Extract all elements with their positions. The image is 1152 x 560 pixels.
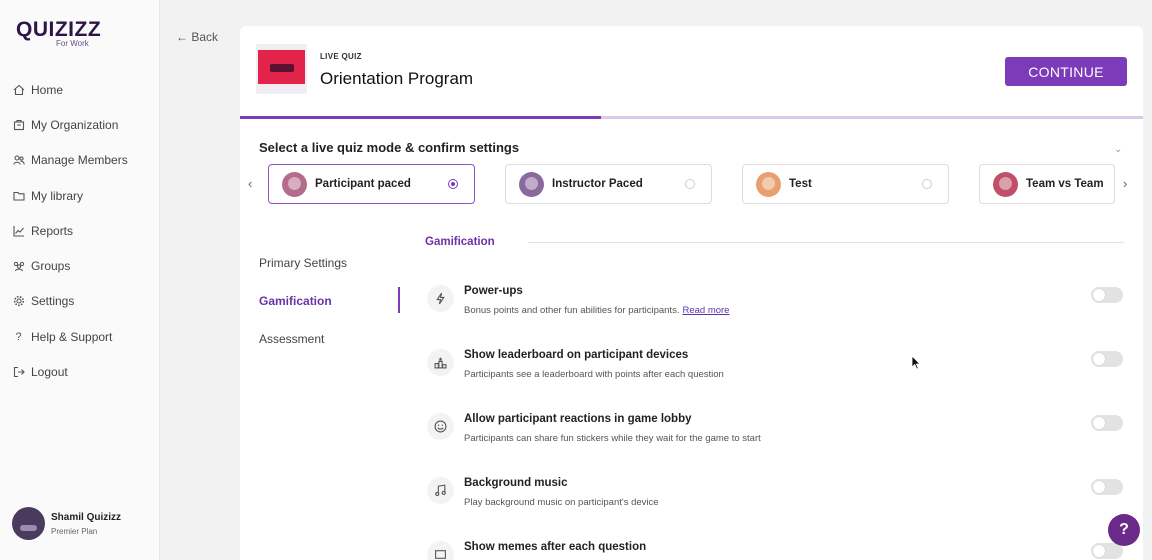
setting-description: Bonus points and other fun abilities for… [464, 305, 729, 316]
avatar [12, 507, 45, 540]
setting-participant-reactions: Allow participant reactions in game lobb… [427, 413, 1127, 457]
mode-radio[interactable] [448, 179, 458, 189]
progress-fill [240, 116, 602, 119]
sidebar-item-logout[interactable]: Logout [12, 354, 152, 389]
section-label: Gamification [425, 236, 495, 248]
sidebar-item-home[interactable]: Home [12, 72, 152, 107]
power-ups-toggle[interactable] [1091, 287, 1123, 303]
continue-button[interactable]: CONTINUE [1005, 57, 1127, 86]
quiz-title: Orientation Program [320, 69, 474, 88]
setting-description: Play background music on participant's d… [464, 497, 659, 508]
progress-bar [240, 116, 1143, 119]
back-link[interactable]: ← Back [176, 30, 218, 44]
mode-card-test[interactable]: Test [742, 164, 949, 204]
profile-plan: Premier Plan [51, 526, 98, 536]
sidebar-item-label: Help & Support [31, 329, 113, 344]
help-button[interactable]: ? [1108, 514, 1140, 546]
sidebar-item-my-library[interactable]: My library [12, 178, 152, 213]
sidebar-item-label: Groups [31, 259, 71, 274]
mode-card-team-vs-team[interactable]: Team vs Team [979, 164, 1115, 204]
sidebar-item-manage-members[interactable]: Manage Members [12, 143, 152, 178]
sidebar-item-label: Home [31, 82, 64, 97]
mode-avatar [993, 171, 1018, 197]
smiley-icon [427, 413, 454, 440]
folder-icon [12, 189, 25, 202]
setting-description: Participants can share fun stickers whil… [464, 433, 761, 444]
setting-title: Show leaderboard on participant devices [464, 349, 689, 361]
setting-description: Participants see a leaderboard with poin… [464, 369, 724, 380]
gear-icon [12, 295, 25, 308]
mode-radio[interactable] [922, 179, 932, 189]
sidebar-item-help-support[interactable]: ? Help & Support [12, 319, 152, 354]
setting-title: Background music [464, 477, 568, 489]
mode-label: Team vs Team [1026, 178, 1104, 190]
sidebar-item-label: Logout [31, 365, 68, 380]
read-more-link[interactable]: Read more [682, 305, 729, 316]
quiz-thumbnail [256, 44, 307, 94]
quiz-settings-card: LIVE QUIZ Orientation Program CONTINUE S… [240, 26, 1143, 560]
setting-title: Show memes after each question [464, 541, 647, 553]
chevron-left-icon[interactable]: ‹ [248, 176, 252, 191]
chevron-down-icon[interactable]: ⌄ [1114, 144, 1122, 155]
mode-card-instructor-paced[interactable]: Instructor Paced [505, 164, 712, 204]
mode-radio[interactable] [685, 179, 695, 189]
reactions-toggle[interactable] [1091, 415, 1123, 431]
mode-avatar [756, 171, 781, 197]
leaderboard-toggle[interactable] [1091, 351, 1123, 367]
brand-logo[interactable]: QUIZIZZ For Work [16, 18, 101, 48]
mode-avatar [519, 171, 544, 197]
section-divider [528, 242, 1124, 243]
image-icon [427, 541, 454, 560]
lightning-icon [427, 285, 454, 312]
sidebar-item-label: My Organization [31, 117, 119, 132]
setting-power-ups: Power-ups Bonus points and other fun abi… [427, 285, 1127, 329]
music-icon [427, 477, 454, 504]
side-menu-primary-settings[interactable]: Primary Settings [259, 256, 347, 270]
setting-background-music: Background music Play background music o… [427, 477, 1127, 521]
home-icon [12, 83, 25, 96]
mouse-cursor-icon [911, 355, 921, 370]
group-icon [12, 260, 25, 273]
user-profile[interactable]: Shamil Quizizz Premier Plan [12, 507, 121, 540]
active-indicator [398, 287, 400, 313]
mode-avatar [282, 171, 307, 197]
sidebar-item-reports[interactable]: Reports [12, 213, 152, 248]
side-menu-gamification[interactable]: Gamification [259, 294, 332, 308]
sidebar-item-label: Settings [31, 294, 75, 309]
quiz-type-label: LIVE QUIZ [320, 52, 362, 61]
mode-card-participant-paced[interactable]: Participant paced [268, 164, 475, 204]
question-icon: ? [15, 330, 22, 343]
sidebar-nav: Home My Organization Manage Members My l… [12, 72, 152, 390]
logo-subtext: For Work [56, 39, 89, 48]
sidebar-item-settings[interactable]: Settings [12, 284, 152, 319]
setting-title: Allow participant reactions in game lobb… [464, 413, 692, 425]
show-memes-toggle[interactable] [1091, 543, 1123, 559]
sidebar-item-label: My library [31, 188, 84, 203]
sidebar-item-groups[interactable]: Groups [12, 248, 152, 283]
setting-title: Power-ups [464, 285, 523, 297]
chart-icon [12, 224, 25, 237]
chevron-right-icon[interactable]: › [1123, 176, 1127, 191]
setting-leaderboard: Show leaderboard on participant devices … [427, 349, 1127, 393]
side-menu-assessment[interactable]: Assessment [259, 332, 324, 346]
setting-desc-text: Bonus points and other fun abilities for… [464, 305, 680, 316]
sidebar-item-label: Reports [31, 223, 74, 238]
users-icon [12, 154, 25, 167]
podium-icon [427, 349, 454, 376]
sidebar: QUIZIZZ For Work Home My Organization Ma… [0, 0, 160, 560]
logout-icon [12, 366, 25, 379]
background-music-toggle[interactable] [1091, 479, 1123, 495]
modes-heading: Select a live quiz mode & confirm settin… [259, 140, 520, 155]
profile-name: Shamil Quizizz [51, 511, 122, 523]
sidebar-item-label: Manage Members [31, 153, 128, 168]
sidebar-item-my-organization[interactable]: My Organization [12, 107, 152, 142]
setting-show-memes: Show memes after each question [427, 541, 1127, 560]
building-icon [12, 118, 25, 131]
